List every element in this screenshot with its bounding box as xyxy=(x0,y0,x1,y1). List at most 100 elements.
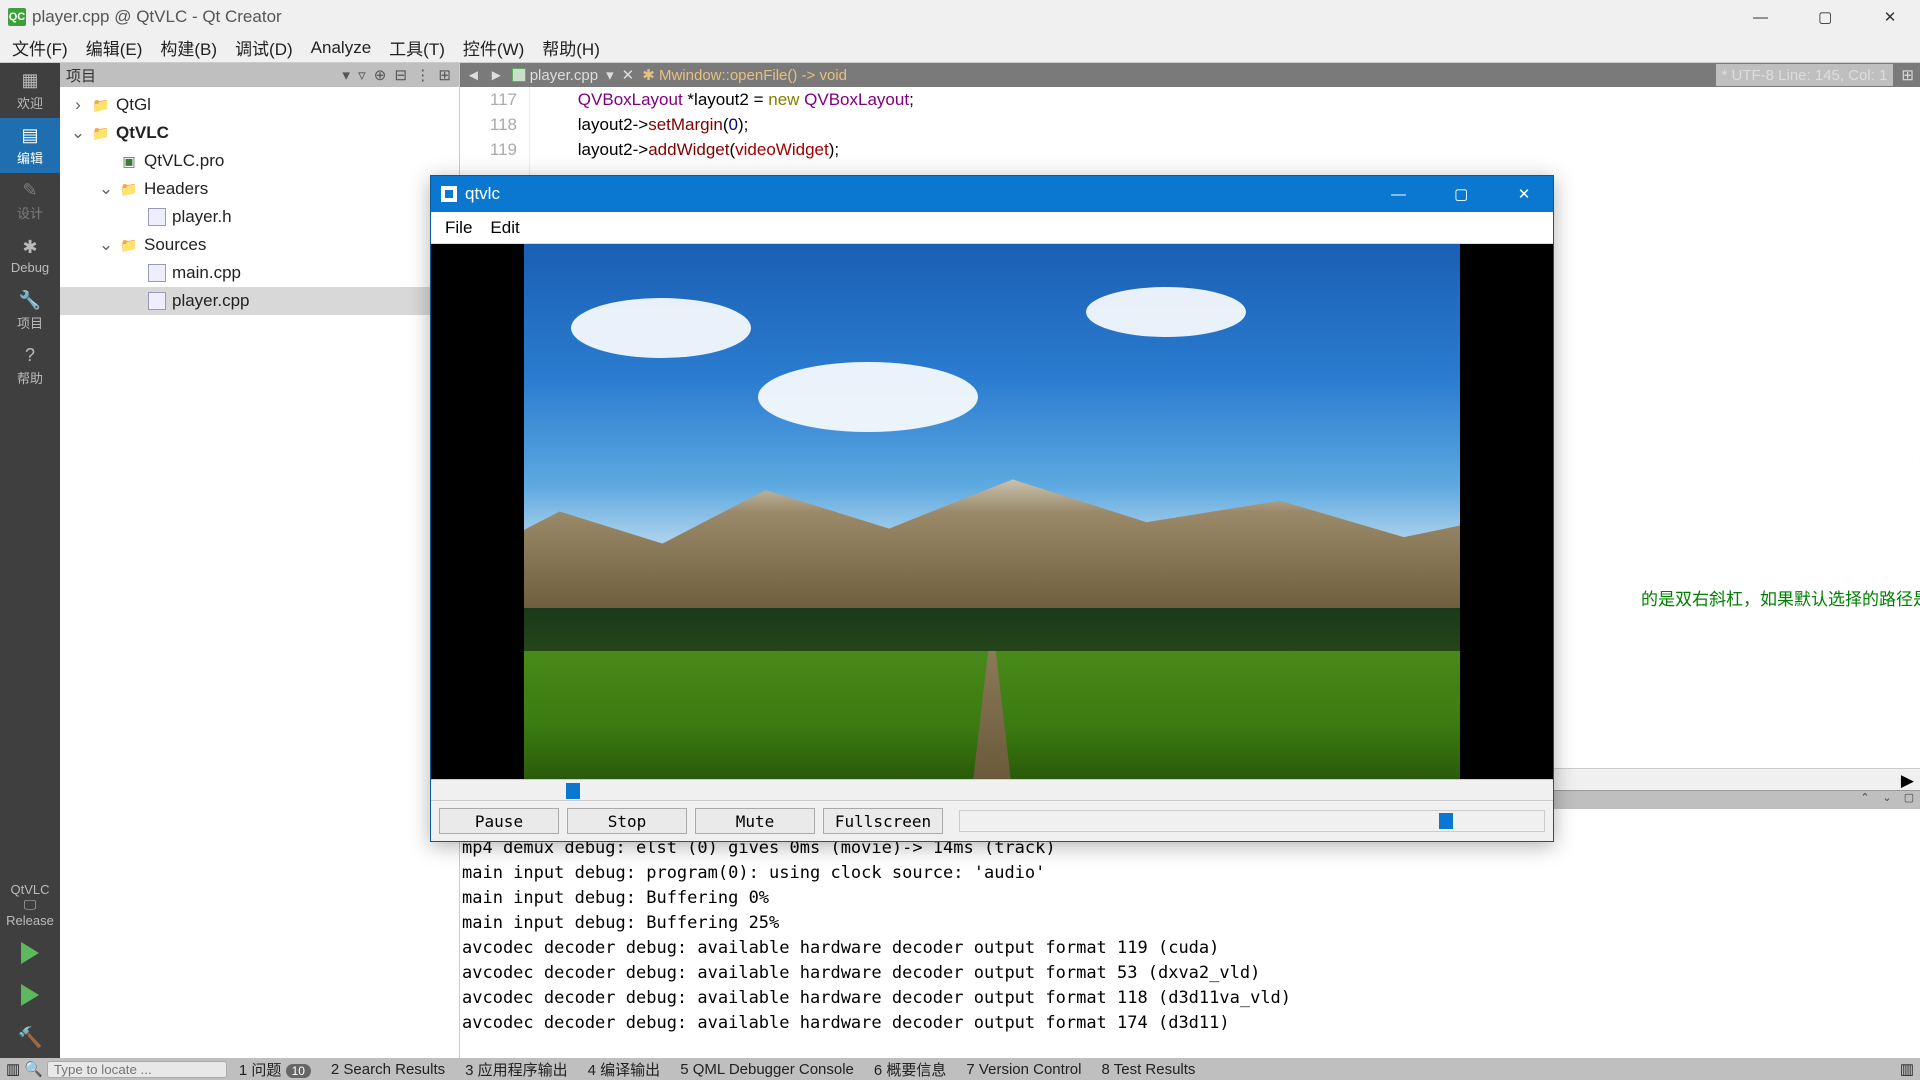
pause-button[interactable]: Pause xyxy=(439,808,559,834)
nav-back-button[interactable]: ◄ xyxy=(466,67,481,84)
output-text[interactable]: mp4 demux debug: stss gives 2 --> 0 (sam… xyxy=(460,809,1920,1058)
mode-bar: ▦欢迎 ▤编辑 ✎设计 ✱Debug 🔧项目 ?帮助 QtVLC 🖵 Relea… xyxy=(0,63,60,1058)
kit-config-label: Release xyxy=(6,913,54,928)
mode-projects[interactable]: 🔧项目 xyxy=(0,283,60,338)
project-header-toolbar[interactable]: ▾ ▿ ⊕ ⊟ ⋮ ⊞ xyxy=(342,66,453,84)
pro-file-icon: ▣ xyxy=(120,152,138,170)
mode-welcome[interactable]: ▦欢迎 xyxy=(0,63,60,118)
video-frame xyxy=(524,244,1460,779)
tree-row[interactable]: main.cpp xyxy=(60,259,459,287)
seek-slider[interactable] xyxy=(431,779,1553,801)
output-up-icon[interactable]: ⌃ xyxy=(1854,791,1876,809)
qtvlc-window: qtvlc — ▢ ✕ File Edit Pause Stop Mute Fu… xyxy=(430,175,1554,842)
menu-edit[interactable]: 编辑(E) xyxy=(86,35,143,60)
folder-icon: 📁 xyxy=(92,124,110,142)
tree-row[interactable]: ⌄📁Sources xyxy=(60,231,459,259)
output-down-icon[interactable]: ⌄ xyxy=(1876,791,1898,809)
qtvlc-menu-edit[interactable]: Edit xyxy=(490,218,519,238)
status-vcs[interactable]: 7 Version Control xyxy=(958,1061,1089,1078)
status-compile[interactable]: 4 编译输出 xyxy=(580,1059,669,1080)
kit-selector[interactable]: QtVLC 🖵 Release xyxy=(0,877,60,932)
status-appoutput[interactable]: 3 应用程序输出 xyxy=(457,1059,576,1080)
menu-file[interactable]: 文件(F) xyxy=(12,35,68,60)
close-button[interactable]: ✕ xyxy=(1860,8,1920,26)
mode-welcome-label: 欢迎 xyxy=(17,93,43,112)
maximize-button[interactable]: ▢ xyxy=(1795,8,1855,26)
tree-row[interactable]: player.h xyxy=(60,203,459,231)
stop-button[interactable]: Stop xyxy=(567,808,687,834)
menu-debug[interactable]: 调试(D) xyxy=(235,35,293,60)
toggle-sidebar-icon[interactable]: ▥ xyxy=(6,1060,20,1078)
status-general[interactable]: 6 概要信息 xyxy=(866,1059,955,1080)
qtvlc-maximize-button[interactable]: ▢ xyxy=(1432,185,1490,203)
progress-icon[interactable]: ▥ xyxy=(1900,1060,1914,1078)
bug-icon: ✱ xyxy=(19,236,41,258)
qtvlc-titlebar[interactable]: qtvlc — ▢ ✕ xyxy=(431,176,1553,212)
tree-item-label: QtVLC.pro xyxy=(144,151,224,171)
symbol-crumb[interactable]: ✱ Mwindow::openFile() -> void xyxy=(642,66,847,84)
kit-project-label: QtVLC xyxy=(10,882,49,897)
menu-build[interactable]: 构建(B) xyxy=(160,35,217,60)
locator-input[interactable] xyxy=(47,1061,227,1078)
cpp-file-icon xyxy=(148,264,166,282)
twisty-icon[interactable]: › xyxy=(70,95,86,115)
status-tests[interactable]: 8 Test Results xyxy=(1094,1061,1204,1078)
mode-design[interactable]: ✎设计 xyxy=(0,173,60,228)
nav-fwd-button[interactable]: ► xyxy=(489,67,504,84)
project-pane: 项目 ▾ ▿ ⊕ ⊟ ⋮ ⊞ ›📁QtGl ⌄ 📁 QtVLC ▣ QtVLC.pro ⌄📁… xyxy=(60,63,460,1058)
tree-row[interactable]: ▣ QtVLC.pro xyxy=(60,147,459,175)
qtvlc-title: qtvlc xyxy=(465,184,500,204)
menu-tools[interactable]: 工具(T) xyxy=(389,35,445,60)
tree-row[interactable]: ›📁QtGl xyxy=(60,91,459,119)
volume-slider[interactable] xyxy=(959,810,1545,832)
menu-analyze[interactable]: Analyze xyxy=(311,38,371,58)
line-number: 117 xyxy=(460,87,517,112)
status-qml[interactable]: 5 QML Debugger Console xyxy=(672,1061,862,1078)
tree-item-label: player.cpp xyxy=(172,291,250,311)
qtvlc-menu-file[interactable]: File xyxy=(445,218,472,238)
status-bar: ▥ 🔍 1 问题 10 2 Search Results 3 应用程序输出 4 … xyxy=(0,1058,1920,1080)
run-button[interactable] xyxy=(0,932,60,974)
status-issues[interactable]: 1 问题 10 xyxy=(231,1059,319,1080)
wrench-icon: 🔧 xyxy=(19,289,41,311)
editor-file-tab[interactable]: player.cpp xyxy=(512,67,598,84)
tree-row[interactable]: ⌄ 📁 QtVLC xyxy=(60,119,459,147)
menu-help[interactable]: 帮助(H) xyxy=(542,35,600,60)
twisty-icon[interactable]: ⌄ xyxy=(70,123,86,143)
tree-row[interactable]: player.cpp xyxy=(60,287,459,315)
output-close-icon[interactable]: ▢ xyxy=(1898,791,1920,809)
scroll-right-icon[interactable]: ▶ xyxy=(1901,771,1914,791)
split-icon[interactable]: ⊞ xyxy=(1901,66,1914,84)
mode-help-label: 帮助 xyxy=(17,368,43,387)
mute-button[interactable]: Mute xyxy=(695,808,815,834)
app-icon xyxy=(441,186,457,202)
qtvlc-minimize-button[interactable]: — xyxy=(1370,186,1428,203)
project-header-label: 项目 xyxy=(66,65,96,86)
cpp-file-icon xyxy=(148,208,166,226)
window-titlebar: QC player.cpp @ QtVLC - Qt Creator — ▢ ✕ xyxy=(0,0,1920,33)
twisty-icon[interactable]: ⌄ xyxy=(98,235,114,255)
tree-item-label: QtVLC xyxy=(116,123,169,143)
play-debug-icon xyxy=(21,984,39,1006)
volume-thumb[interactable] xyxy=(1439,813,1453,829)
tab-close-button[interactable]: ✕ xyxy=(622,66,635,84)
build-button[interactable]: 🔨 xyxy=(0,1016,60,1058)
mode-help[interactable]: ?帮助 xyxy=(0,338,60,393)
dropdown-icon[interactable]: ▾ xyxy=(606,66,614,84)
minimize-button[interactable]: — xyxy=(1731,9,1791,26)
editor-status: * UTF-8 Line: 145, Col: 1 xyxy=(1716,64,1894,86)
twisty-icon[interactable]: ⌄ xyxy=(98,179,114,199)
run-debug-button[interactable] xyxy=(0,974,60,1016)
menu-widgets[interactable]: 控件(W) xyxy=(463,35,524,60)
edit-icon: ▤ xyxy=(19,124,41,146)
cpp-file-icon xyxy=(512,68,526,82)
tree-row[interactable]: ⌄📁Headers xyxy=(60,175,459,203)
mode-edit[interactable]: ▤编辑 xyxy=(0,118,60,173)
qtvlc-close-button[interactable]: ✕ xyxy=(1495,185,1553,203)
project-tree[interactable]: ›📁QtGl ⌄ 📁 QtVLC ▣ QtVLC.pro ⌄📁Headersplayer.h… xyxy=(60,87,459,1058)
fullscreen-button[interactable]: Fullscreen xyxy=(823,808,943,834)
status-search[interactable]: 2 Search Results xyxy=(323,1061,453,1078)
video-area[interactable] xyxy=(431,244,1553,779)
mode-debug[interactable]: ✱Debug xyxy=(0,228,60,283)
seek-thumb[interactable] xyxy=(566,783,580,799)
